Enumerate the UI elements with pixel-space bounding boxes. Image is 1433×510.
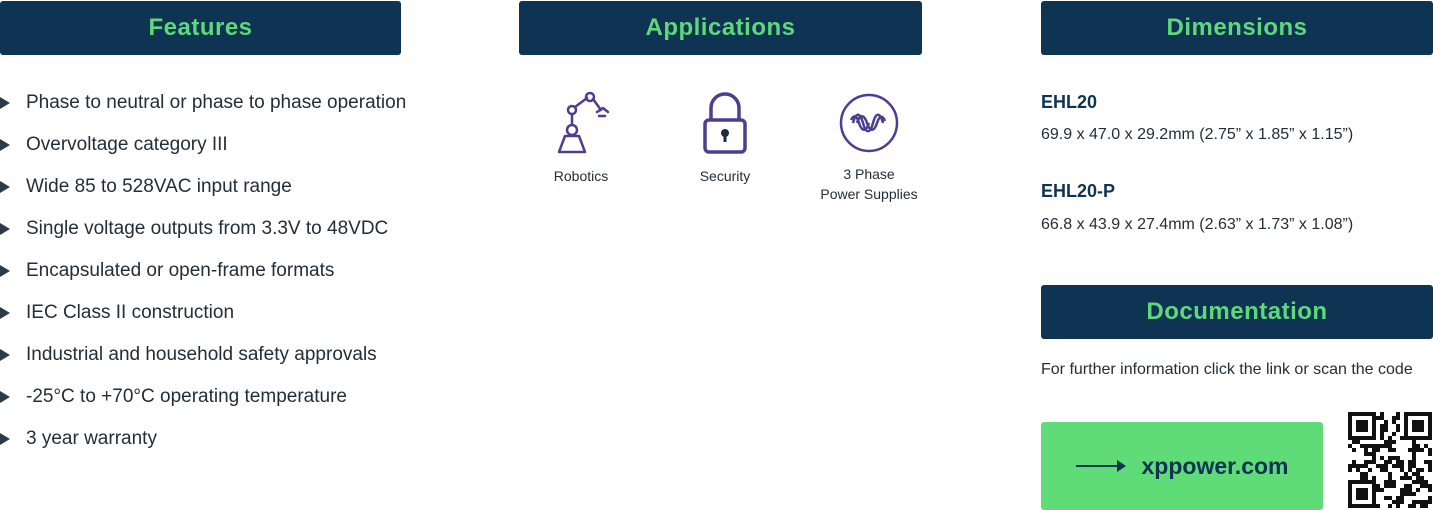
features-header: Features [0, 1, 401, 55]
feature-item: IEC Class II construction [0, 292, 406, 334]
application-robotics: Robotics [511, 90, 651, 186]
feature-item: Overvoltage category III [0, 124, 406, 166]
documentation-title: Documentation [1146, 298, 1328, 325]
feature-item: Wide 85 to 528VAC input range [0, 166, 406, 208]
dimensions-header: Dimensions [1041, 1, 1433, 55]
triangle-bullet-icon [0, 97, 10, 109]
dimensions-title: Dimensions [1166, 14, 1308, 41]
link-label: xppower.com [1141, 452, 1289, 479]
applications-header: Applications [519, 1, 922, 55]
triangle-bullet-icon [0, 307, 10, 319]
feature-item: 3 year warranty [0, 418, 406, 460]
feature-item: Industrial and household safety approval… [0, 334, 406, 376]
model-dimensions: 66.8 x 43.9 x 27.4mm (2.63” x 1.73” x 1.… [1041, 216, 1354, 233]
triangle-bullet-icon [0, 391, 10, 403]
documentation-text: For further information click the link o… [1041, 361, 1413, 378]
application-3-phase-power: 3 Phase Power Supplies [799, 90, 939, 204]
feature-item: Encapsulated or open-frame formats [0, 250, 406, 292]
triangle-bullet-icon [0, 433, 10, 445]
feature-item: -25°C to +70°C operating temperature [0, 376, 406, 418]
feature-item: Phase to neutral or phase to phase opera… [0, 82, 406, 124]
applications-title: Applications [645, 14, 796, 41]
application-label: 3 Phase Power Supplies [820, 166, 918, 202]
documentation-header: Documentation [1041, 285, 1433, 339]
triangle-bullet-icon [0, 181, 10, 193]
triangle-bullet-icon [0, 349, 10, 361]
three-phase-wave-icon [839, 93, 899, 153]
feature-item: Single voltage outputs from 3.3V to 48VD… [0, 208, 406, 250]
triangle-bullet-icon [0, 265, 10, 277]
application-label: Robotics [553, 168, 609, 184]
triangle-bullet-icon [0, 139, 10, 151]
padlock-icon [703, 92, 747, 154]
xppower-link-button[interactable]: xppower.com [1041, 422, 1323, 510]
features-list: Phase to neutral or phase to phase opera… [0, 82, 406, 460]
features-title: Features [148, 14, 253, 41]
arrow-right-icon [1075, 460, 1126, 472]
model-name: EHL20-P [1041, 181, 1116, 201]
application-label: Security [699, 168, 751, 184]
model-dimensions: 69.9 x 47.0 x 29.2mm (2.75” x 1.85” x 1.… [1041, 126, 1354, 143]
application-security: Security [655, 90, 795, 186]
triangle-bullet-icon [0, 223, 10, 235]
robot-arm-icon [557, 91, 610, 154]
qr-code-icon[interactable] [1347, 411, 1433, 509]
model-name: EHL20 [1041, 92, 1098, 112]
